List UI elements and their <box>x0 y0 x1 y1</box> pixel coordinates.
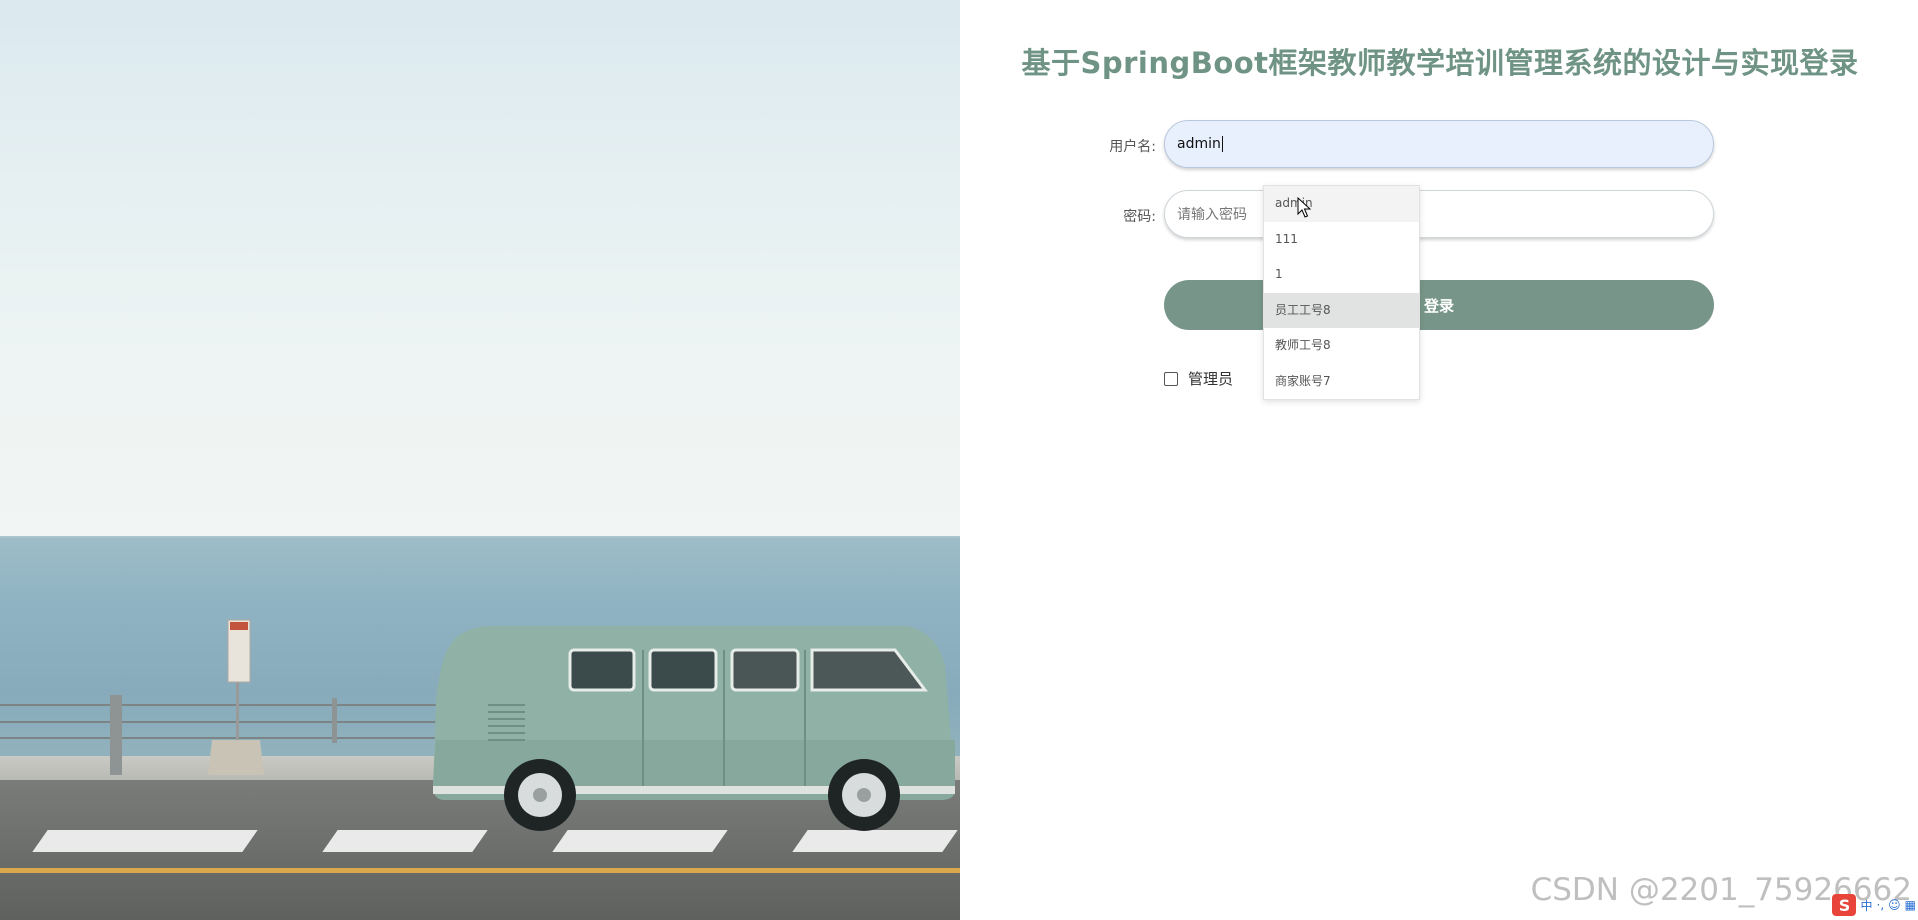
username-input[interactable]: admin <box>1164 120 1714 168</box>
mouse-pointer-icon <box>1297 197 1311 218</box>
login-button[interactable]: 登录 <box>1164 280 1714 330</box>
admin-checkbox[interactable] <box>1164 371 1178 386</box>
username-value: admin <box>1177 136 1221 152</box>
autocomplete-item[interactable]: 商家账号7 <box>1264 364 1419 400</box>
ime-mode[interactable]: 中 <box>1860 897 1872 914</box>
username-label: 用户名: <box>1109 139 1156 155</box>
password-placeholder: 请输入密码 <box>1177 207 1247 223</box>
login-page: 基于SpringBoot框架教师教学培训管理系统的设计与实现登录 用户名: ad… <box>0 0 1918 920</box>
autocomplete-dropdown: admin 111 1 员工工号8 教师工号8 商家账号7 <box>1263 185 1420 400</box>
autocomplete-item[interactable]: 1 <box>1264 257 1419 293</box>
ime-punct[interactable]: ·, <box>1877 898 1885 912</box>
admin-role-label: 管理员 <box>1188 370 1234 388</box>
ime-logo-icon[interactable]: S <box>1832 894 1857 916</box>
password-input[interactable]: 请输入密码 <box>1164 190 1714 238</box>
password-label: 密码: <box>1123 209 1156 225</box>
ime-toolbar[interactable]: S 中 ·, ☺ ▦ <box>1832 894 1916 916</box>
emoji-icon[interactable]: ☺ <box>1888 898 1901 912</box>
page-title: 基于SpringBoot框架教师教学培训管理系统的设计与实现登录 <box>1021 46 1859 80</box>
autocomplete-item[interactable]: 111 <box>1264 222 1419 258</box>
role-option-admin[interactable]: 管理员 <box>1164 368 1233 389</box>
login-panel: 基于SpringBoot框架教师教学培训管理系统的设计与实现登录 用户名: ad… <box>960 0 1918 920</box>
keyboard-icon[interactable]: ▦ <box>1905 898 1916 912</box>
background-photo <box>0 0 960 920</box>
autocomplete-item[interactable]: 教师工号8 <box>1264 328 1419 364</box>
autocomplete-item[interactable]: admin <box>1264 186 1419 222</box>
autocomplete-item[interactable]: 员工工号8 <box>1264 292 1419 328</box>
text-caret <box>1221 136 1223 152</box>
seaside-scene-illustration <box>0 619 955 831</box>
